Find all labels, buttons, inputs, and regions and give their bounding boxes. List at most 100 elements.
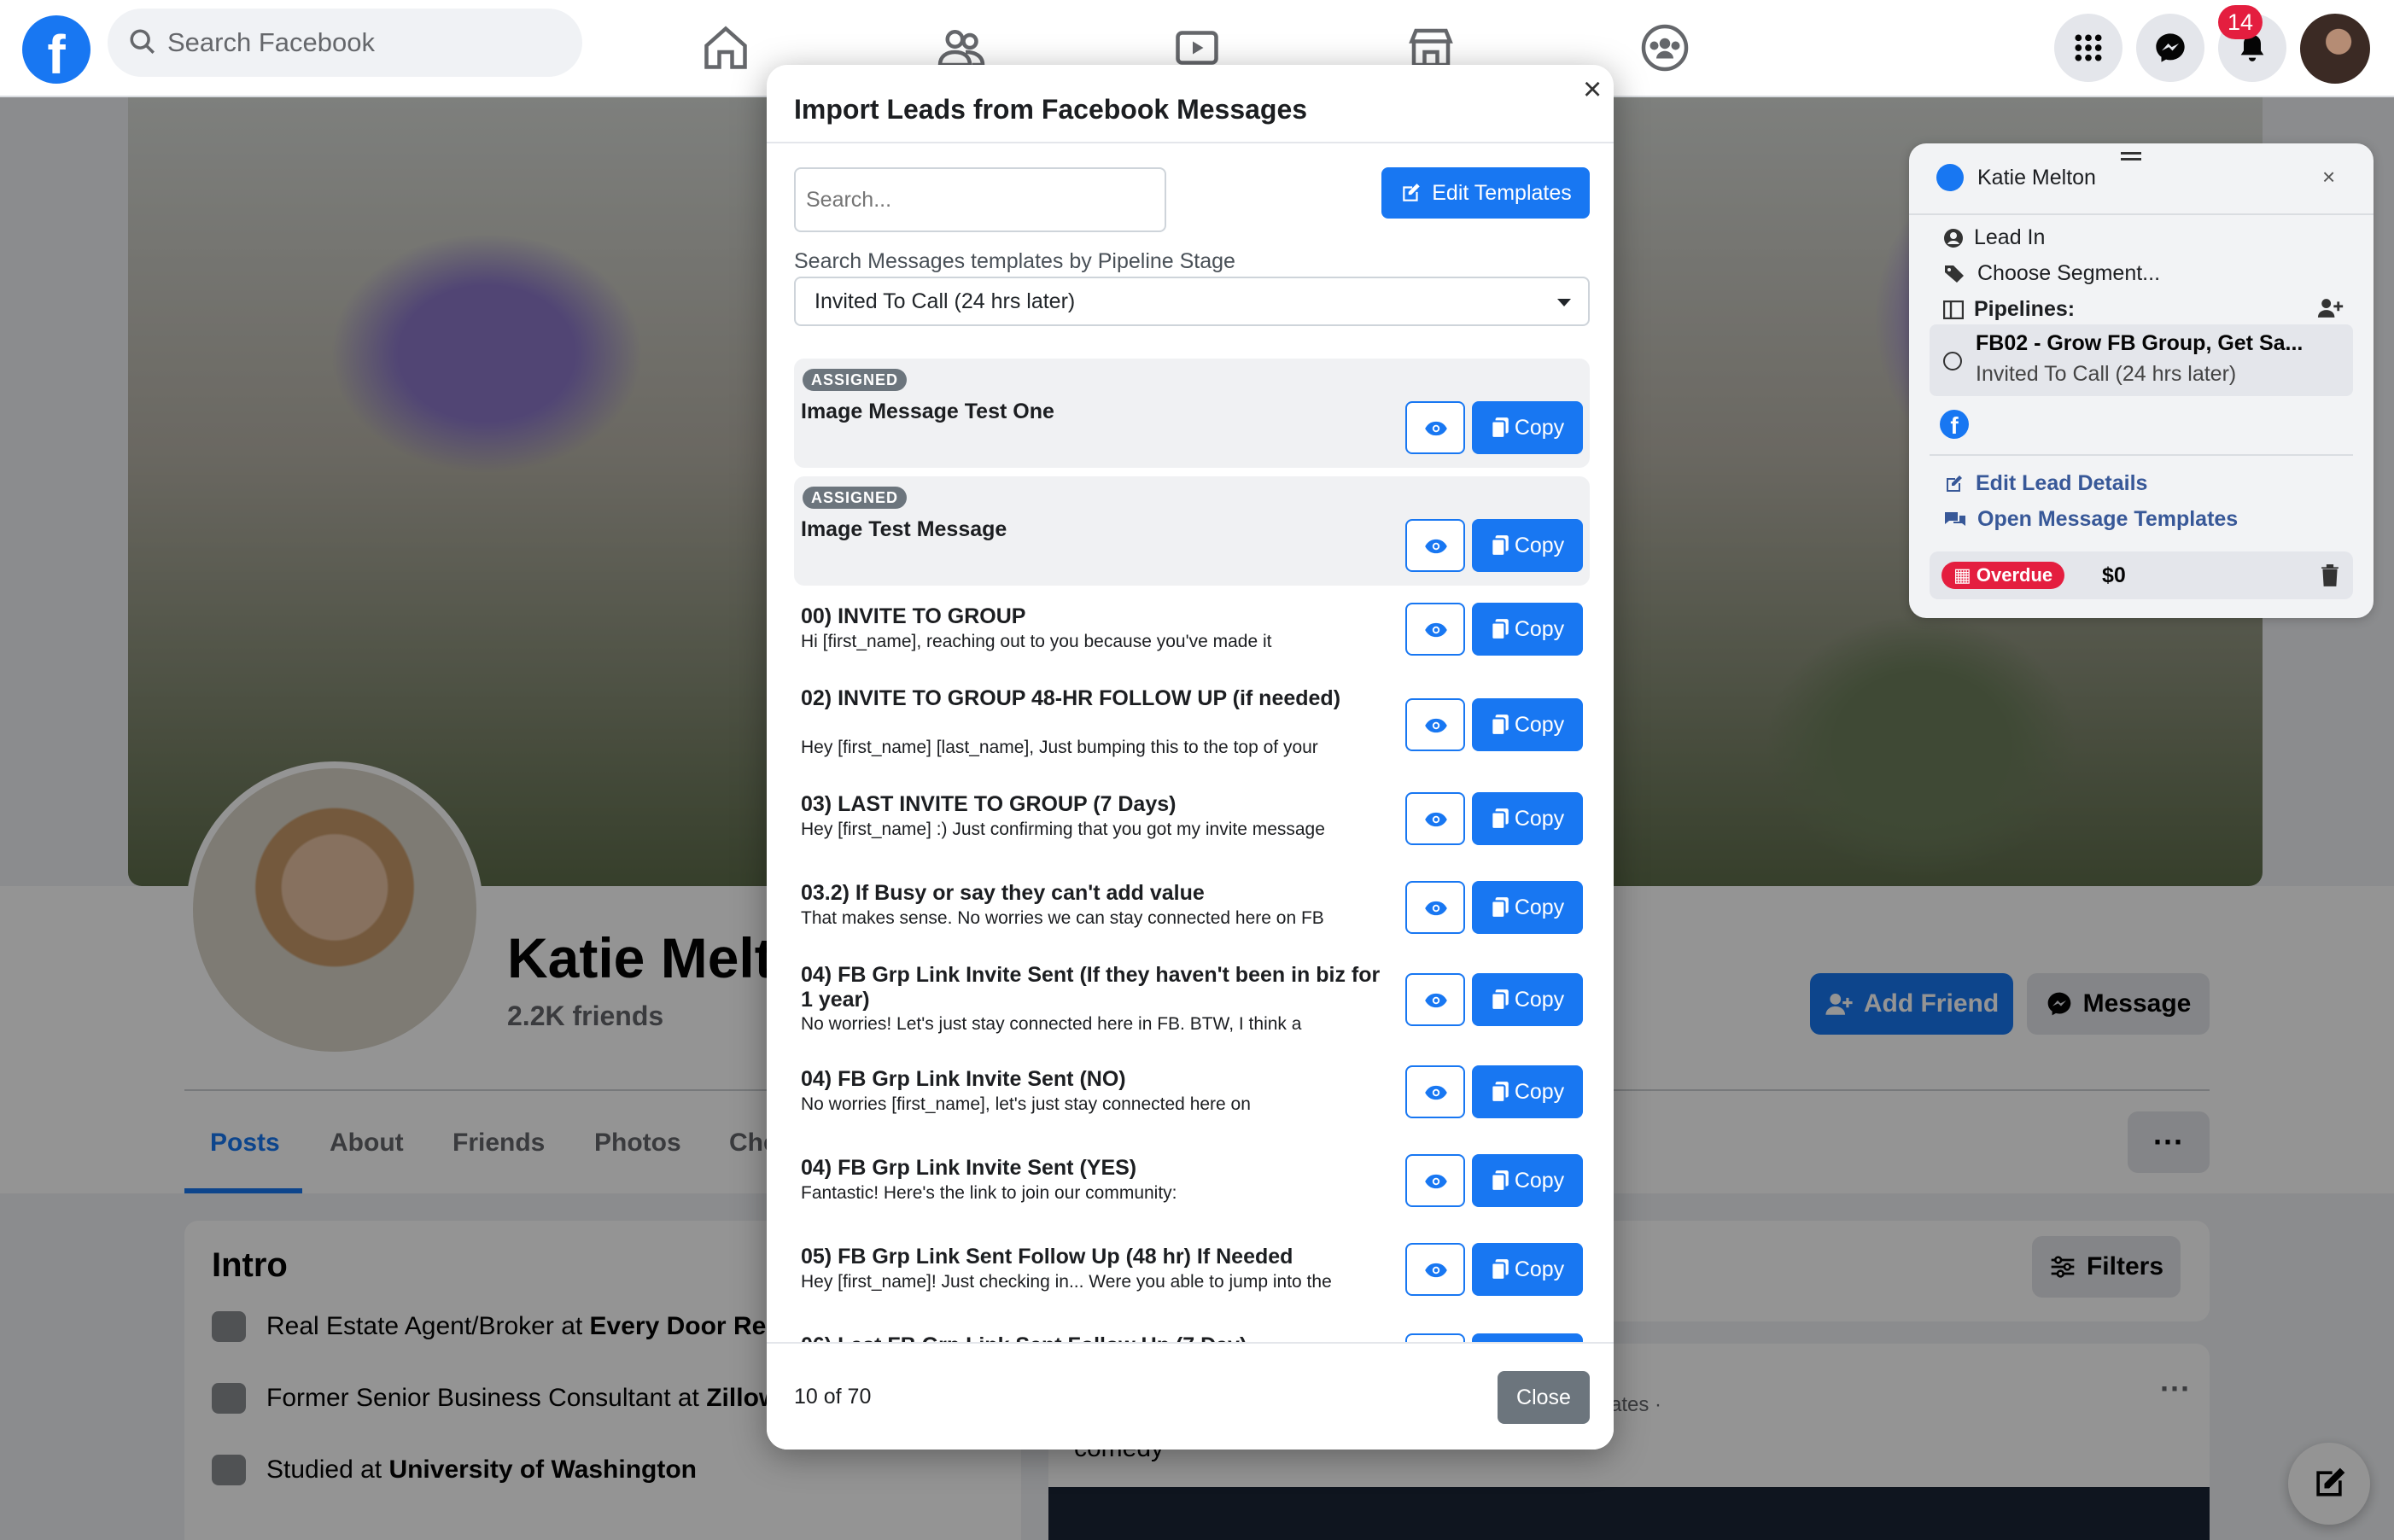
eye-icon <box>1425 539 1447 554</box>
copy-template-button[interactable]: Copy <box>1472 792 1583 845</box>
preview-template-button[interactable] <box>1405 1243 1465 1296</box>
template-snippet: That makes sense. No worries we can stay… <box>801 908 1324 928</box>
edit-lead-details-link[interactable]: Edit Lead Details <box>1943 471 2147 496</box>
search-placeholder: Search Facebook <box>167 27 375 57</box>
stage-filter-label: Search Messages templates by Pipeline St… <box>794 249 1235 273</box>
assigned-badge: ASSIGNED <box>803 487 908 509</box>
eye-icon <box>1425 1263 1447 1278</box>
facebook-logo-icon[interactable]: f <box>22 15 91 84</box>
copy-icon <box>1490 808 1509 830</box>
home-icon[interactable] <box>700 22 751 73</box>
copy-template-button[interactable]: Copy <box>1472 881 1583 934</box>
segment-selector[interactable]: Choose Segment... <box>1943 261 2160 286</box>
template-title: 02) INVITE TO GROUP 48-HR FOLLOW UP (if … <box>801 686 1341 710</box>
page-count: 10 of 70 <box>794 1385 872 1409</box>
tags-icon <box>1945 265 1964 283</box>
eye-icon <box>1425 993 1447 1008</box>
facebook-search-input[interactable]: Search Facebook <box>108 9 582 77</box>
copy-label: Copy <box>1514 987 1565 1012</box>
template-title: Image Test Message <box>801 517 1007 541</box>
preview-template-button[interactable] <box>1405 1065 1465 1118</box>
trash-icon[interactable] <box>2321 563 2339 587</box>
template-snippet: Hey [first_name] :) Just confirming that… <box>801 820 1325 839</box>
eye-icon <box>1425 1174 1447 1189</box>
lead-panel-divider <box>1930 454 2353 456</box>
notification-count-badge: 14 <box>2218 5 2263 39</box>
preview-template-button[interactable] <box>1405 698 1465 751</box>
pipeline-name: FB02 - Grow FB Group, Get Sa... <box>1976 331 2303 355</box>
chevron-down-icon <box>1557 299 1571 306</box>
modal-close-icon[interactable]: × <box>1583 73 1602 106</box>
copy-icon <box>1490 535 1509 557</box>
template-item: 00) INVITE TO GROUP Hi [first_name], rea… <box>794 603 1590 681</box>
facebook-profile-icon[interactable]: f <box>1940 410 1969 439</box>
groups-icon[interactable] <box>1639 22 1690 73</box>
template-search-input[interactable] <box>794 167 1166 232</box>
copy-label: Copy <box>1514 616 1565 641</box>
copy-template-button[interactable]: Copy <box>1472 1065 1583 1118</box>
edit-templates-button[interactable]: Edit Templates <box>1381 167 1590 219</box>
search-icon <box>130 29 155 55</box>
messenger-button[interactable] <box>2136 14 2204 82</box>
copy-template-button[interactable]: Copy <box>1472 603 1583 656</box>
template-title: 03) LAST INVITE TO GROUP (7 Days) <box>801 792 1177 816</box>
lead-name: Katie Melton <box>1977 166 2096 190</box>
lead-panel-close-button[interactable]: × <box>2322 164 2335 190</box>
pipeline-stage-select[interactable]: Invited To Call (24 hrs later) <box>794 277 1590 326</box>
template-item: 03) LAST INVITE TO GROUP (7 Days) Hey [f… <box>794 792 1590 869</box>
open-message-templates-label: Open Message Templates <box>1977 507 2239 531</box>
preview-template-button[interactable] <box>1405 401 1465 454</box>
template-item: 03.2) If Busy or say they can't add valu… <box>794 881 1590 958</box>
pipeline-item[interactable]: FB02 - Grow FB Group, Get Sa... Invited … <box>1930 324 2353 396</box>
lead-status: Lead In <box>1974 225 2046 249</box>
copy-template-button[interactable]: Copy <box>1472 519 1583 572</box>
edit-icon <box>1403 184 1420 201</box>
close-button[interactable]: Close <box>1498 1371 1590 1424</box>
copy-template-button[interactable]: Copy <box>1472 401 1583 454</box>
preview-template-button[interactable] <box>1405 603 1465 656</box>
eye-icon <box>1425 812 1447 827</box>
preview-template-button[interactable] <box>1405 519 1465 572</box>
template-snippet: Hi [first_name], reaching out to you bec… <box>801 632 1272 651</box>
template-item: 04) FB Grp Link Invite Sent (If they hav… <box>794 963 1590 1059</box>
template-snippet: Fantastic! Here's the link to join our c… <box>801 1183 1177 1203</box>
modal-title: Import Leads from Facebook Messages <box>794 94 1308 125</box>
template-title: 00) INVITE TO GROUP <box>801 604 1026 628</box>
menu-button[interactable] <box>2054 14 2122 82</box>
copy-template-button[interactable]: Copy <box>1472 973 1583 1026</box>
copy-template-button[interactable]: Copy <box>1472 1154 1583 1207</box>
segment-label: Choose Segment... <box>1977 261 2161 285</box>
template-title: 03.2) If Busy or say they can't add valu… <box>801 881 1205 905</box>
overdue-badge[interactable]: ▦ Overdue <box>1941 562 2065 589</box>
lead-status-row[interactable]: Lead In <box>1943 225 2045 250</box>
copy-icon <box>1490 897 1509 919</box>
pipelines-row: Pipelines: <box>1943 297 2075 322</box>
preview-template-button[interactable] <box>1405 1154 1465 1207</box>
lead-panel-header: Katie Melton × <box>1909 143 2374 215</box>
account-avatar[interactable] <box>2300 14 2370 84</box>
edit-lead-details-label: Edit Lead Details <box>1976 471 2148 495</box>
pipeline-stage: Invited To Call (24 hrs later) <box>1976 362 2237 386</box>
drag-handle-icon[interactable] <box>2121 152 2141 160</box>
preview-template-button[interactable] <box>1405 792 1465 845</box>
copy-label: Copy <box>1514 712 1565 737</box>
copy-template-button[interactable]: Copy <box>1472 698 1583 751</box>
preview-template-button[interactable] <box>1405 881 1465 934</box>
eye-icon <box>1425 622 1447 638</box>
template-item: 05) FB Grp Link Sent Follow Up (48 hr) I… <box>794 1243 1590 1321</box>
open-message-templates-link[interactable]: Open Message Templates <box>1943 507 2238 532</box>
edit-icon <box>1947 475 1962 492</box>
copy-icon <box>1490 1170 1509 1192</box>
preview-template-button[interactable] <box>1405 973 1465 1026</box>
add-user-icon[interactable] <box>2315 297 2344 319</box>
flag-icon <box>1936 164 1964 191</box>
template-title: 04) FB Grp Link Invite Sent (If they hav… <box>801 963 1381 1012</box>
copy-template-button[interactable]: Copy <box>1472 1243 1583 1296</box>
radio-circle-icon <box>1943 352 1962 370</box>
template-item: 04) FB Grp Link Invite Sent (NO) No worr… <box>794 1065 1590 1144</box>
copy-icon <box>1490 715 1509 736</box>
template-title: 05) FB Grp Link Sent Follow Up (48 hr) I… <box>801 1245 1293 1269</box>
template-title: 04) FB Grp Link Invite Sent (NO) <box>801 1067 1126 1091</box>
template-title: 04) FB Grp Link Invite Sent (YES) <box>801 1156 1137 1180</box>
import-leads-modal: × Import Leads from Facebook Messages Ed… <box>767 65 1614 1450</box>
